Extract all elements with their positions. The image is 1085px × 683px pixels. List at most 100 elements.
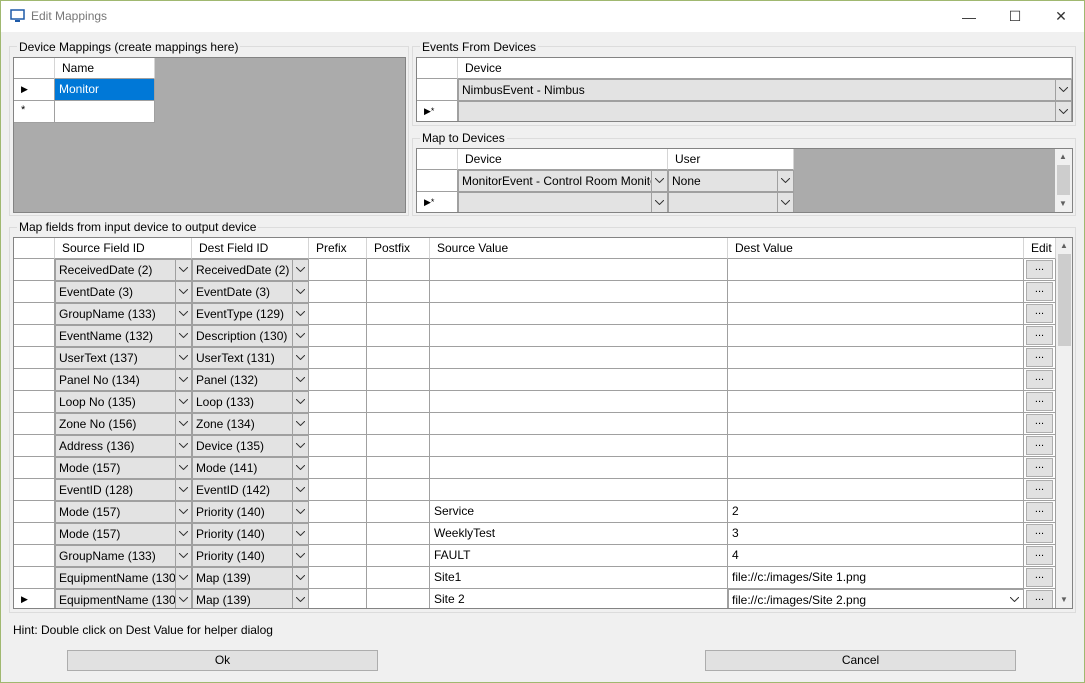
postfix-cell[interactable] <box>367 259 430 281</box>
source-field-combo[interactable]: EquipmentName (130) <box>55 589 192 608</box>
postfix-cell[interactable] <box>367 479 430 501</box>
postfix-cell[interactable] <box>367 501 430 523</box>
row-header[interactable] <box>14 435 55 457</box>
source-field-combo[interactable]: Loop No (135) <box>55 391 192 413</box>
chevron-down-icon[interactable] <box>175 370 191 390</box>
chevron-down-icon[interactable] <box>1055 102 1071 121</box>
chevron-down-icon[interactable] <box>292 304 308 324</box>
prefix-cell[interactable] <box>309 259 367 281</box>
source-field-combo[interactable]: GroupName (133) <box>55 545 192 567</box>
source-field-combo[interactable]: Zone No (156) <box>55 413 192 435</box>
new-event-device-combo[interactable] <box>458 101 1072 121</box>
minimize-button[interactable]: — <box>946 1 992 32</box>
source-field-column-header[interactable]: Source Field ID <box>55 238 192 259</box>
chevron-down-icon[interactable] <box>292 282 308 302</box>
chevron-down-icon[interactable] <box>292 326 308 346</box>
postfix-cell[interactable] <box>367 435 430 457</box>
device-mappings-grid[interactable]: Name ▶ Monitor * <box>13 57 406 213</box>
row-header[interactable] <box>14 325 55 347</box>
field-map-grid[interactable]: Source Field ID Dest Field ID Prefix Pos… <box>13 237 1073 609</box>
dest-field-combo[interactable]: Priority (140) <box>192 523 309 545</box>
source-value-cell[interactable]: WeeklyTest <box>430 523 728 545</box>
postfix-cell[interactable] <box>367 369 430 391</box>
postfix-cell[interactable] <box>367 325 430 347</box>
edit-button[interactable]: ... <box>1026 304 1053 323</box>
chevron-down-icon[interactable] <box>175 524 191 544</box>
prefix-cell[interactable] <box>309 589 367 608</box>
mapping-name-cell[interactable]: Monitor <box>55 79 155 101</box>
scroll-thumb[interactable] <box>1058 254 1071 346</box>
row-header[interactable] <box>14 369 55 391</box>
dest-value-cell[interactable]: 4 <box>728 545 1024 567</box>
dest-field-combo[interactable]: Zone (134) <box>192 413 309 435</box>
source-value-cell[interactable] <box>430 281 728 303</box>
row-header[interactable] <box>14 545 55 567</box>
prefix-cell[interactable] <box>309 479 367 501</box>
chevron-down-icon[interactable] <box>175 480 191 500</box>
dest-value-cell[interactable] <box>728 303 1024 325</box>
row-header[interactable] <box>14 479 55 501</box>
source-field-combo[interactable]: EventDate (3) <box>55 281 192 303</box>
edit-button[interactable]: ... <box>1026 568 1053 587</box>
edit-button[interactable]: ... <box>1026 502 1053 521</box>
maximize-button[interactable]: ☐ <box>992 1 1038 32</box>
vertical-scrollbar[interactable]: ▲ ▼ <box>1056 238 1072 608</box>
new-row-header[interactable]: ▶* <box>417 192 458 212</box>
dest-field-combo[interactable]: Device (135) <box>192 435 309 457</box>
close-button[interactable]: ✕ <box>1038 1 1084 32</box>
postfix-cell[interactable] <box>367 457 430 479</box>
postfix-cell[interactable] <box>367 523 430 545</box>
dest-value-cell[interactable] <box>728 281 1024 303</box>
chevron-down-icon[interactable] <box>175 392 191 412</box>
chevron-down-icon[interactable] <box>292 546 308 566</box>
source-field-combo[interactable]: EquipmentName (130) <box>55 567 192 589</box>
dest-field-combo[interactable]: EventDate (3) <box>192 281 309 303</box>
new-mapping-name-cell[interactable] <box>55 101 155 123</box>
postfix-cell[interactable] <box>367 567 430 589</box>
source-value-cell[interactable] <box>430 259 728 281</box>
source-value-cell[interactable] <box>430 413 728 435</box>
dest-field-combo[interactable]: Loop (133) <box>192 391 309 413</box>
row-header[interactable] <box>14 413 55 435</box>
chevron-down-icon[interactable] <box>175 304 191 324</box>
dest-value-cell[interactable] <box>728 479 1024 501</box>
postfix-cell[interactable] <box>367 413 430 435</box>
new-target-device-combo[interactable] <box>458 192 668 212</box>
postfix-cell[interactable] <box>367 391 430 413</box>
dest-field-combo[interactable]: Priority (140) <box>192 545 309 567</box>
chevron-down-icon[interactable] <box>651 193 667 212</box>
row-header[interactable] <box>14 391 55 413</box>
edit-column-header[interactable]: Edit <box>1024 238 1056 259</box>
postfix-cell[interactable] <box>367 347 430 369</box>
prefix-cell[interactable] <box>309 523 367 545</box>
row-header[interactable] <box>14 303 55 325</box>
dest-field-combo[interactable]: Map (139) <box>192 567 309 589</box>
chevron-down-icon[interactable] <box>175 326 191 346</box>
postfix-cell[interactable] <box>367 589 430 608</box>
chevron-down-icon[interactable] <box>175 348 191 368</box>
row-header[interactable]: ▶ <box>14 79 55 101</box>
dest-value-cell[interactable] <box>728 457 1024 479</box>
scroll-down-icon[interactable]: ▼ <box>1060 595 1068 604</box>
chevron-down-icon[interactable] <box>292 370 308 390</box>
source-field-combo[interactable]: EventID (128) <box>55 479 192 501</box>
dest-field-column-header[interactable]: Dest Field ID <box>192 238 309 259</box>
prefix-cell[interactable] <box>309 457 367 479</box>
dest-field-combo[interactable]: Map (139) <box>192 589 309 608</box>
dest-value-cell[interactable] <box>728 325 1024 347</box>
source-value-column-header[interactable]: Source Value <box>430 238 728 259</box>
postfix-column-header[interactable]: Postfix <box>367 238 430 259</box>
prefix-cell[interactable] <box>309 325 367 347</box>
dest-field-combo[interactable]: Priority (140) <box>192 501 309 523</box>
chevron-down-icon[interactable] <box>292 568 308 588</box>
chevron-down-icon[interactable] <box>777 193 793 212</box>
chevron-down-icon[interactable] <box>292 502 308 522</box>
ok-button[interactable]: Ok <box>67 650 378 671</box>
postfix-cell[interactable] <box>367 545 430 567</box>
source-field-combo[interactable]: ReceivedDate (2) <box>55 259 192 281</box>
prefix-cell[interactable] <box>309 567 367 589</box>
source-value-cell[interactable]: Site 2 <box>430 589 728 608</box>
dest-value-cell[interactable] <box>728 413 1024 435</box>
dest-value-cell[interactable] <box>728 369 1024 391</box>
events-from-devices-grid[interactable]: Device NimbusEvent - Nimbus ▶* <box>416 57 1073 122</box>
